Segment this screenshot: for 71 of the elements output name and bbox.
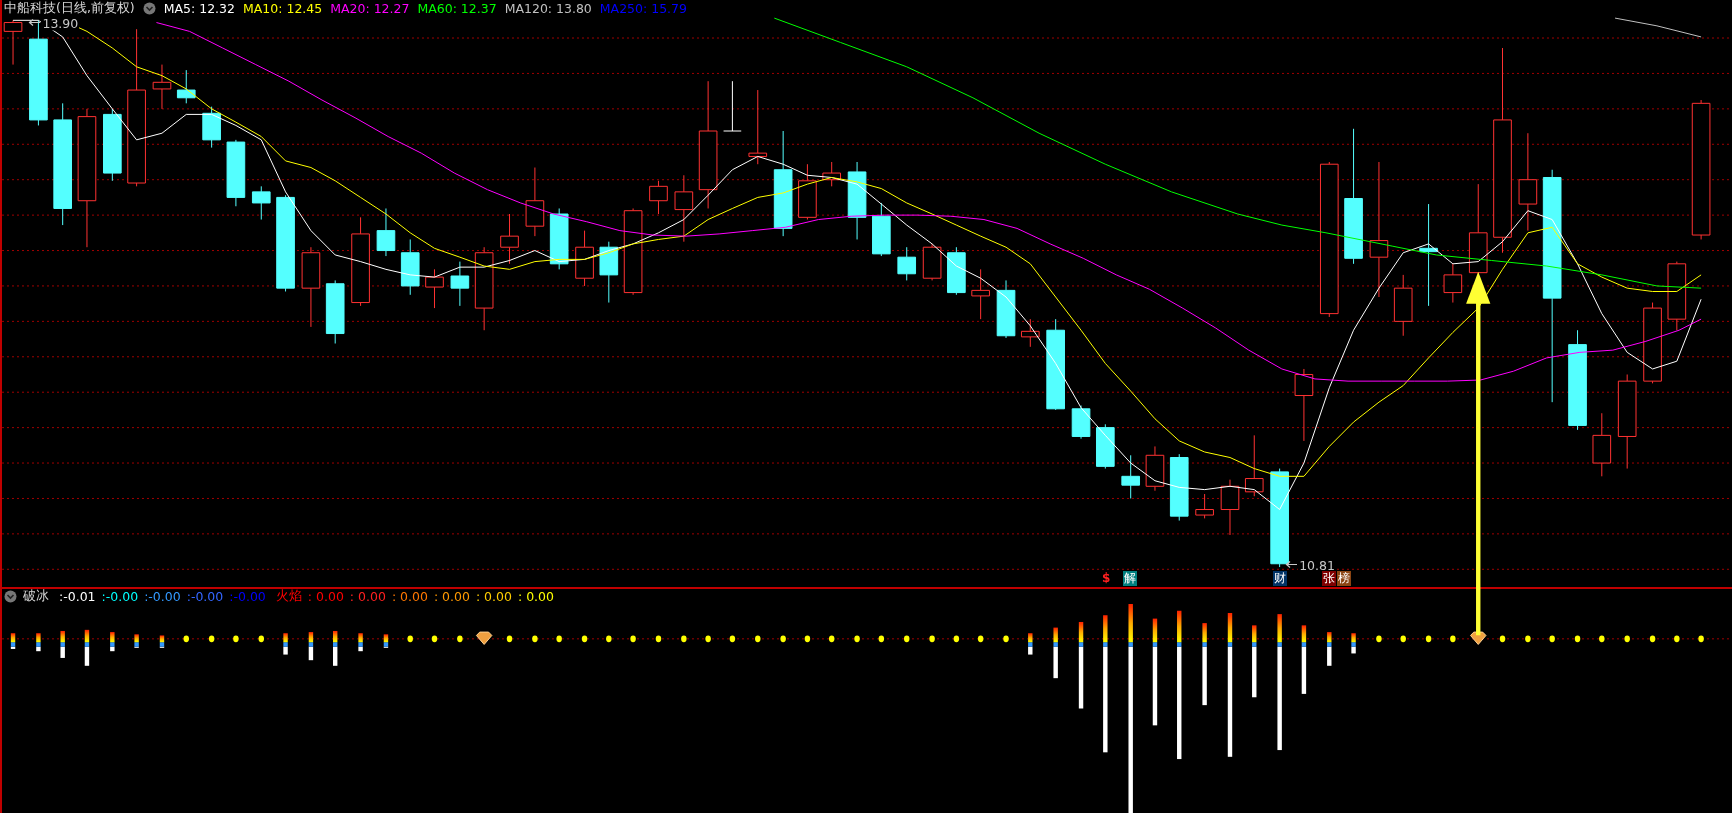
- candlestick: [575, 230, 594, 287]
- candlestick: [1169, 453, 1189, 522]
- candlestick: [1020, 318, 1040, 348]
- moving-average-value: MA20: 12.27: [330, 1, 410, 16]
- gem-icon: [475, 631, 493, 645]
- pointer-arrow-icon: [1285, 560, 1298, 569]
- candlestick: [1592, 412, 1612, 477]
- candlestick: [996, 279, 1016, 339]
- dropdown-icon[interactable]: [4, 590, 17, 603]
- indicator-value: : 0.00: [517, 589, 554, 604]
- candlestick: [176, 69, 196, 104]
- indicator-value: :-0.00: [101, 589, 139, 604]
- candlestick: [1443, 263, 1463, 304]
- candlestick: [674, 174, 694, 243]
- candlestick: [723, 80, 742, 132]
- candlestick: [599, 241, 619, 304]
- candlestick: [1096, 423, 1115, 470]
- candlestick: [1393, 274, 1413, 337]
- candlestick: [226, 139, 246, 207]
- indicator-value: :-0.00: [144, 589, 181, 604]
- indicator-value: : 0.00: [391, 589, 428, 604]
- event-tag[interactable]: 张: [1321, 571, 1336, 586]
- candlestick: [897, 246, 917, 281]
- candlestick: [251, 185, 271, 221]
- candlestick: [1071, 405, 1091, 440]
- indicator-value: : 0.00: [349, 589, 386, 604]
- candlestick: [325, 279, 345, 344]
- moving-average-value: MA5: 12.32: [163, 1, 235, 16]
- indicator-name: 破冰: [23, 588, 49, 605]
- indicator-value: :-0.00: [186, 589, 224, 604]
- event-tag[interactable]: 解: [1122, 571, 1137, 586]
- stock-title: 中船科技(日线,前复权): [4, 0, 135, 17]
- event-tag[interactable]: $: [1100, 571, 1112, 586]
- indicator-value: :-0.01: [59, 589, 96, 604]
- candlestick: [500, 213, 519, 265]
- candlestick: [1244, 434, 1264, 497]
- candlestick: [1121, 454, 1140, 499]
- candlestick: [376, 208, 396, 257]
- moving-average-value: MA10: 12.45: [243, 1, 323, 16]
- indicator-value: : 0.00: [433, 589, 470, 604]
- pointer-arrow-icon: [28, 18, 41, 27]
- moving-average-value: MA250: 15.79: [599, 1, 687, 16]
- candlestick: [1220, 479, 1240, 536]
- indicator-value: :-0.00: [229, 589, 266, 604]
- candlestick: [549, 208, 569, 270]
- indicator-value: : 0.00: [307, 589, 344, 604]
- candlestick: [1195, 493, 1214, 519]
- candlestick: [947, 246, 966, 296]
- event-tag[interactable]: 财: [1273, 571, 1287, 586]
- candlestick: [922, 243, 942, 281]
- dropdown-icon[interactable]: [142, 2, 156, 15]
- moving-average-value: MA120: 13.80: [504, 1, 592, 16]
- event-tag[interactable]: 榜: [1337, 571, 1351, 586]
- candlestick: [798, 163, 817, 221]
- candlestick: [202, 106, 221, 149]
- indicator-label: 火焰: [275, 588, 302, 605]
- candlestick: [425, 268, 444, 309]
- candlestick: [1667, 261, 1687, 331]
- candlestick: [400, 238, 420, 296]
- gem-icon: [1470, 631, 1487, 645]
- candlestick: [152, 64, 172, 110]
- candlestick: [822, 161, 841, 187]
- candlestick: [1145, 445, 1165, 492]
- candlestick: [649, 180, 668, 215]
- candlestick: [450, 261, 470, 307]
- indicator-value: : 0.00: [475, 589, 512, 604]
- candlestick: [971, 268, 990, 320]
- moving-average-value: MA60: 12.37: [417, 1, 497, 16]
- candlestick: [525, 167, 545, 237]
- candlestick: [3, 19, 23, 66]
- candlestick: [872, 202, 891, 257]
